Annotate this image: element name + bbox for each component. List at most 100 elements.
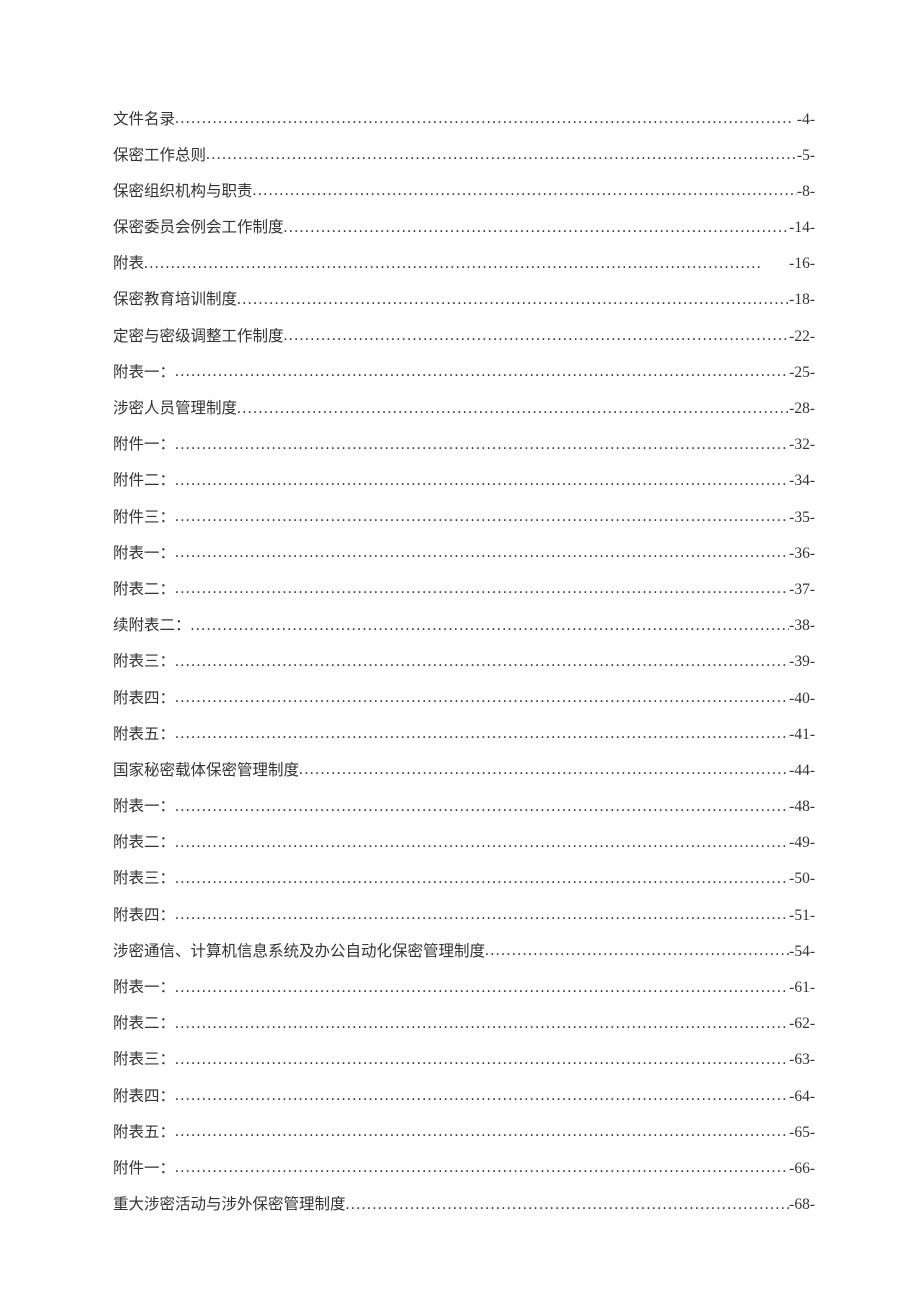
toc-title: 附件一： [113, 1158, 175, 1180]
toc-leader-dots [175, 868, 789, 884]
toc-entry: 涉密人员管理制度 -28- [113, 398, 815, 420]
toc-title: 附表一： [113, 362, 175, 384]
toc-page-number: -32- [789, 434, 815, 456]
toc-entry: 附件一： -32- [113, 434, 815, 456]
toc-leader-dots [346, 1194, 790, 1210]
toc-title: 附表五： [113, 1122, 175, 1144]
toc-leader-dots [485, 940, 789, 956]
toc-leader-dots [175, 904, 789, 920]
toc-leader-dots [175, 108, 797, 124]
toc-title: 附表四： [113, 905, 175, 927]
toc-page-number: -5- [797, 145, 815, 167]
toc-page-number: -35- [789, 507, 815, 529]
toc-leader-dots [253, 180, 797, 196]
toc-entry: 附表一： -61- [113, 977, 815, 999]
toc-page-number: -8- [797, 181, 815, 203]
toc-leader-dots [175, 1013, 789, 1029]
toc-title: 保密组织机构与职责 [113, 181, 253, 203]
toc-entry: 附表三： -63- [113, 1049, 815, 1071]
toc-page-number: -25- [789, 362, 815, 384]
toc-page-number: -22- [789, 326, 815, 348]
toc-page-number: -18- [789, 289, 815, 311]
toc-page-number: -54- [789, 941, 815, 963]
toc-title: 附表三： [113, 651, 175, 673]
toc-leader-dots [175, 1085, 789, 1101]
toc-leader-dots [237, 289, 789, 305]
toc-title: 附表二： [113, 832, 175, 854]
toc-leader-dots [237, 398, 789, 414]
toc-leader-dots [175, 651, 789, 667]
toc-title: 定密与密级调整工作制度 [113, 326, 284, 348]
toc-title: 涉密通信、计算机信息系统及办公自动化保密管理制度 [113, 941, 485, 963]
toc-page-number: -61- [789, 977, 815, 999]
toc-page-number: -4- [797, 109, 815, 131]
toc-entry: 附表四： -64- [113, 1085, 815, 1107]
toc-title: 附表四： [113, 688, 175, 710]
toc-title: 附表 [113, 253, 144, 275]
table-of-contents: 文件名录 -4- 保密工作总则 -5- 保密组织机构与职责 -8- 保密委员会例… [113, 108, 815, 1216]
toc-leader-dots [175, 687, 789, 703]
toc-title: 保密工作总则 [113, 145, 206, 167]
toc-page-number: -62- [789, 1013, 815, 1035]
toc-entry: 附表二： -49- [113, 832, 815, 854]
toc-leader-dots [144, 253, 789, 269]
toc-entry: 国家秘密载体保密管理制度 -44- [113, 759, 815, 781]
toc-entry: 附件三： -35- [113, 506, 815, 528]
toc-page-number: -34- [789, 470, 815, 492]
toc-page-number: -64- [789, 1086, 815, 1108]
toc-leader-dots [206, 144, 797, 160]
toc-entry: 附表五： -65- [113, 1121, 815, 1143]
toc-page-number: -41- [789, 724, 815, 746]
toc-leader-dots [175, 361, 789, 377]
toc-entry: 附表二： -62- [113, 1013, 815, 1035]
toc-leader-dots [175, 470, 789, 486]
toc-page-number: -51- [789, 905, 815, 927]
toc-entry: 附表一： -48- [113, 796, 815, 818]
toc-title: 附件二： [113, 470, 175, 492]
toc-title: 附表一： [113, 543, 175, 565]
toc-entry: 附表三： -50- [113, 868, 815, 890]
toc-leader-dots [175, 832, 789, 848]
toc-page-number: -65- [789, 1122, 815, 1144]
toc-entry: 文件名录 -4- [113, 108, 815, 130]
toc-entry: 附表三： -39- [113, 651, 815, 673]
toc-title: 附表二： [113, 1013, 175, 1035]
toc-page-number: -16- [789, 253, 815, 275]
toc-leader-dots [175, 506, 789, 522]
toc-title: 保密教育培训制度 [113, 289, 237, 311]
toc-page-number: -40- [789, 688, 815, 710]
toc-leader-dots [175, 542, 789, 558]
toc-title: 续附表二： [113, 615, 191, 637]
toc-page-number: -36- [789, 543, 815, 565]
toc-entry: 附表四： -51- [113, 904, 815, 926]
toc-leader-dots [175, 977, 789, 993]
toc-title: 附表一： [113, 977, 175, 999]
toc-title: 附件一： [113, 434, 175, 456]
toc-page-number: -38- [789, 615, 815, 637]
toc-leader-dots [175, 1157, 789, 1173]
toc-leader-dots [299, 759, 789, 775]
toc-title: 重大涉密活动与涉外保密管理制度 [113, 1194, 346, 1216]
toc-title: 附表一： [113, 796, 175, 818]
toc-title: 附表二： [113, 579, 175, 601]
toc-entry: 保密教育培训制度 -18- [113, 289, 815, 311]
toc-leader-dots [175, 723, 789, 739]
toc-entry: 附表 -16- [113, 253, 815, 275]
toc-entry: 保密委员会例会工作制度 -14- [113, 217, 815, 239]
toc-leader-dots [175, 578, 789, 594]
toc-entry: 涉密通信、计算机信息系统及办公自动化保密管理制度 -54- [113, 940, 815, 962]
toc-page-number: -37- [789, 579, 815, 601]
toc-title: 国家秘密载体保密管理制度 [113, 760, 299, 782]
toc-entry: 定密与密级调整工作制度 -22- [113, 325, 815, 347]
toc-leader-dots [175, 1049, 789, 1065]
toc-entry: 附表一： -25- [113, 361, 815, 383]
toc-page-number: -14- [789, 217, 815, 239]
toc-entry: 附表五： -41- [113, 723, 815, 745]
toc-title: 附表三： [113, 868, 175, 890]
toc-title: 文件名录 [113, 109, 175, 131]
toc-leader-dots [284, 325, 790, 341]
toc-page-number: -50- [789, 868, 815, 890]
toc-leader-dots [284, 217, 790, 233]
toc-page-number: -68- [789, 1194, 815, 1216]
toc-page-number: -49- [789, 832, 815, 854]
